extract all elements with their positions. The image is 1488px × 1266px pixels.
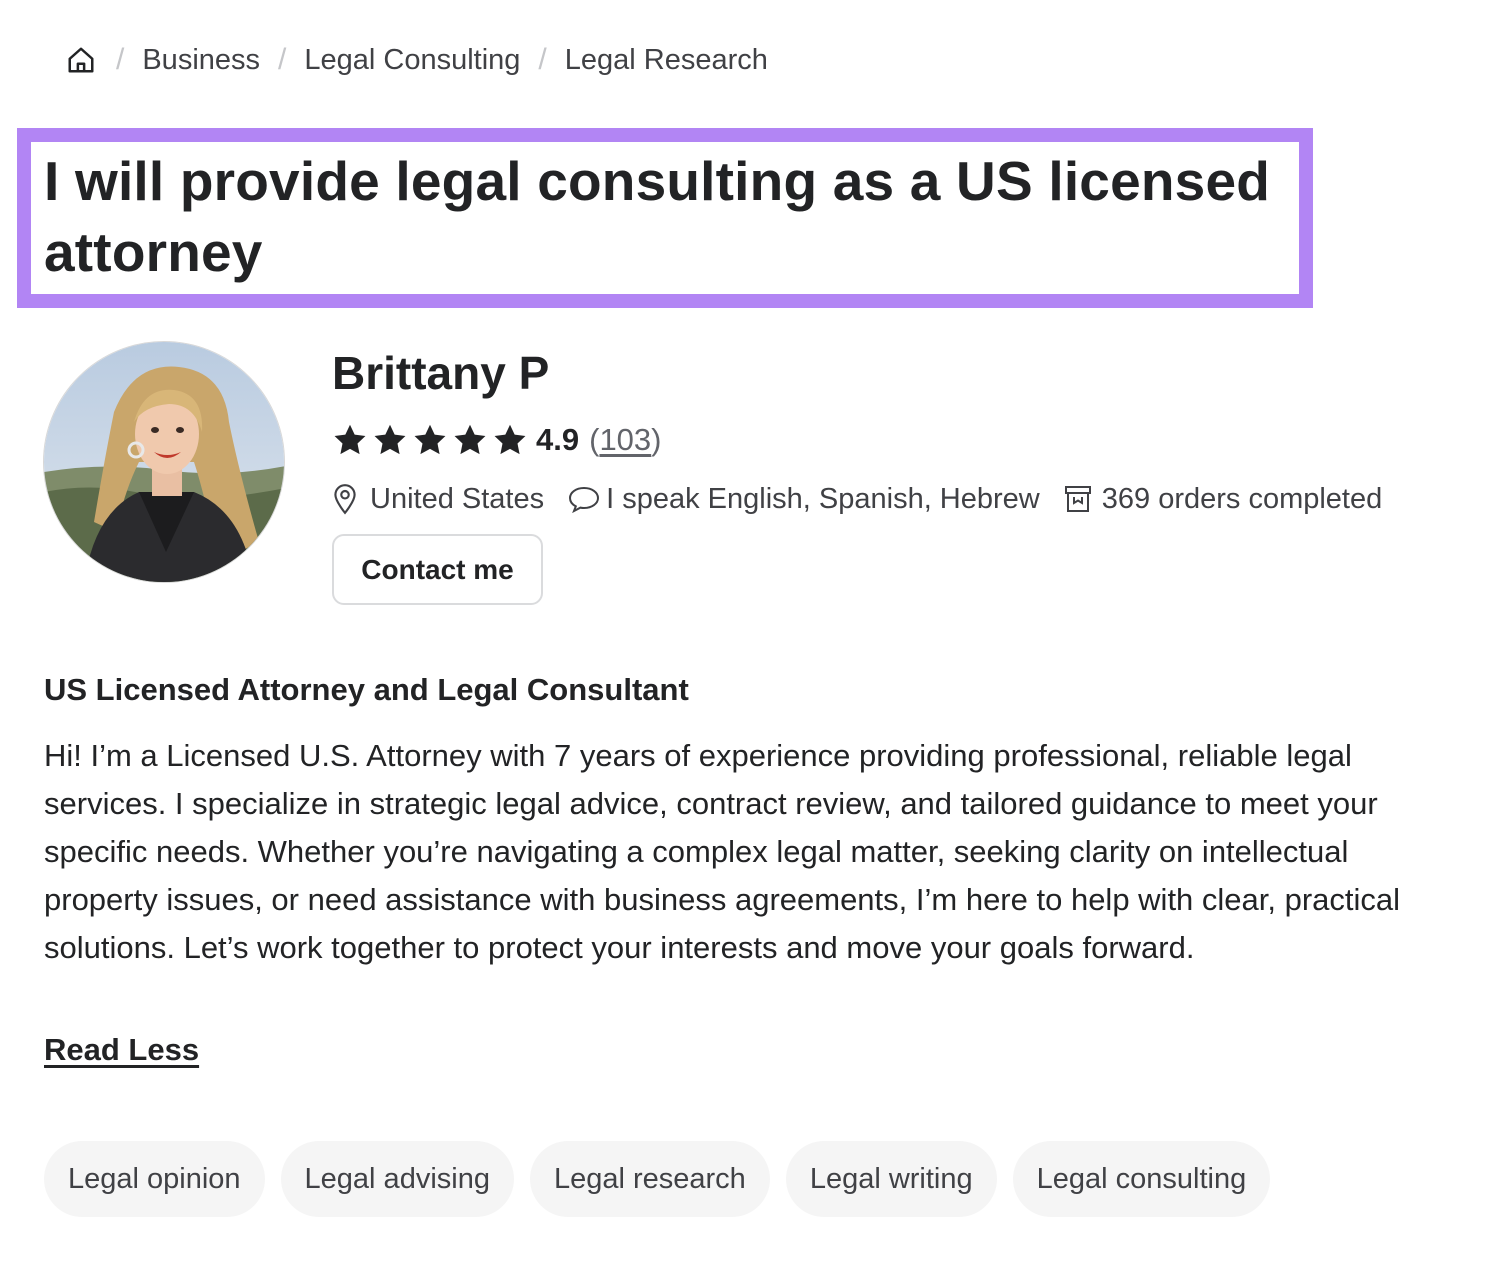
breadcrumb: / Business / Legal Consulting / Legal Re… [64, 36, 768, 84]
seller-name[interactable]: Brittany P [332, 344, 549, 402]
location-text: United States [370, 482, 545, 515]
breadcrumb-item-legal-consulting[interactable]: Legal Consulting [304, 44, 520, 77]
review-count: 103 [599, 422, 652, 457]
home-icon[interactable] [64, 43, 98, 77]
rating: 4.9 (103) [332, 418, 662, 462]
chat-bubble-icon [568, 485, 600, 513]
star-icon [494, 424, 526, 455]
rating-score: 4.9 [536, 422, 580, 457]
star-icon [414, 424, 446, 455]
gig-title: I will provide legal consulting as a US … [44, 150, 1271, 283]
tag-legal-opinion[interactable]: Legal opinion [44, 1141, 265, 1217]
star-icon [374, 424, 406, 455]
tag-legal-research[interactable]: Legal research [529, 1141, 770, 1217]
location: United States [332, 483, 544, 516]
breadcrumb-item-business[interactable]: Business [142, 44, 260, 77]
star-icon [334, 424, 366, 455]
avatar[interactable] [43, 341, 285, 583]
languages: I speak English, Spanish, Hebrew [568, 483, 1040, 516]
orders: 369 orders completed [1064, 482, 1383, 516]
breadcrumb-separator: / [538, 43, 547, 76]
review-count-link[interactable]: (103) [589, 422, 661, 458]
tag-legal-writing[interactable]: Legal writing [785, 1141, 997, 1217]
contact-me-button[interactable]: Contact me [332, 534, 543, 605]
star-icon [454, 424, 486, 455]
languages-text: I speak English, Spanish, Hebrew [606, 482, 1040, 515]
breadcrumb-item-legal-research[interactable]: Legal Research [565, 44, 768, 77]
breadcrumb-separator: / [278, 43, 287, 76]
orders-text: 369 orders completed [1101, 482, 1383, 515]
read-less-link[interactable]: Read Less [44, 1032, 199, 1068]
breadcrumb-separator: / [116, 43, 125, 76]
location-pin-icon [332, 483, 358, 515]
orders-box-icon [1064, 485, 1092, 513]
seller-meta: United States I speak English, Spanish, … [332, 476, 1382, 522]
tag-list: Legal opinion Legal advising Legal resea… [44, 1141, 1271, 1217]
tag-legal-consulting[interactable]: Legal consulting [1012, 1141, 1271, 1217]
star-rating [332, 422, 528, 458]
about-heading: US Licensed Attorney and Legal Consultan… [44, 672, 689, 707]
tag-legal-advising[interactable]: Legal advising [280, 1141, 514, 1217]
about-text: Hi! I’m a Licensed U.S. Attorney with 7 … [44, 738, 1401, 965]
